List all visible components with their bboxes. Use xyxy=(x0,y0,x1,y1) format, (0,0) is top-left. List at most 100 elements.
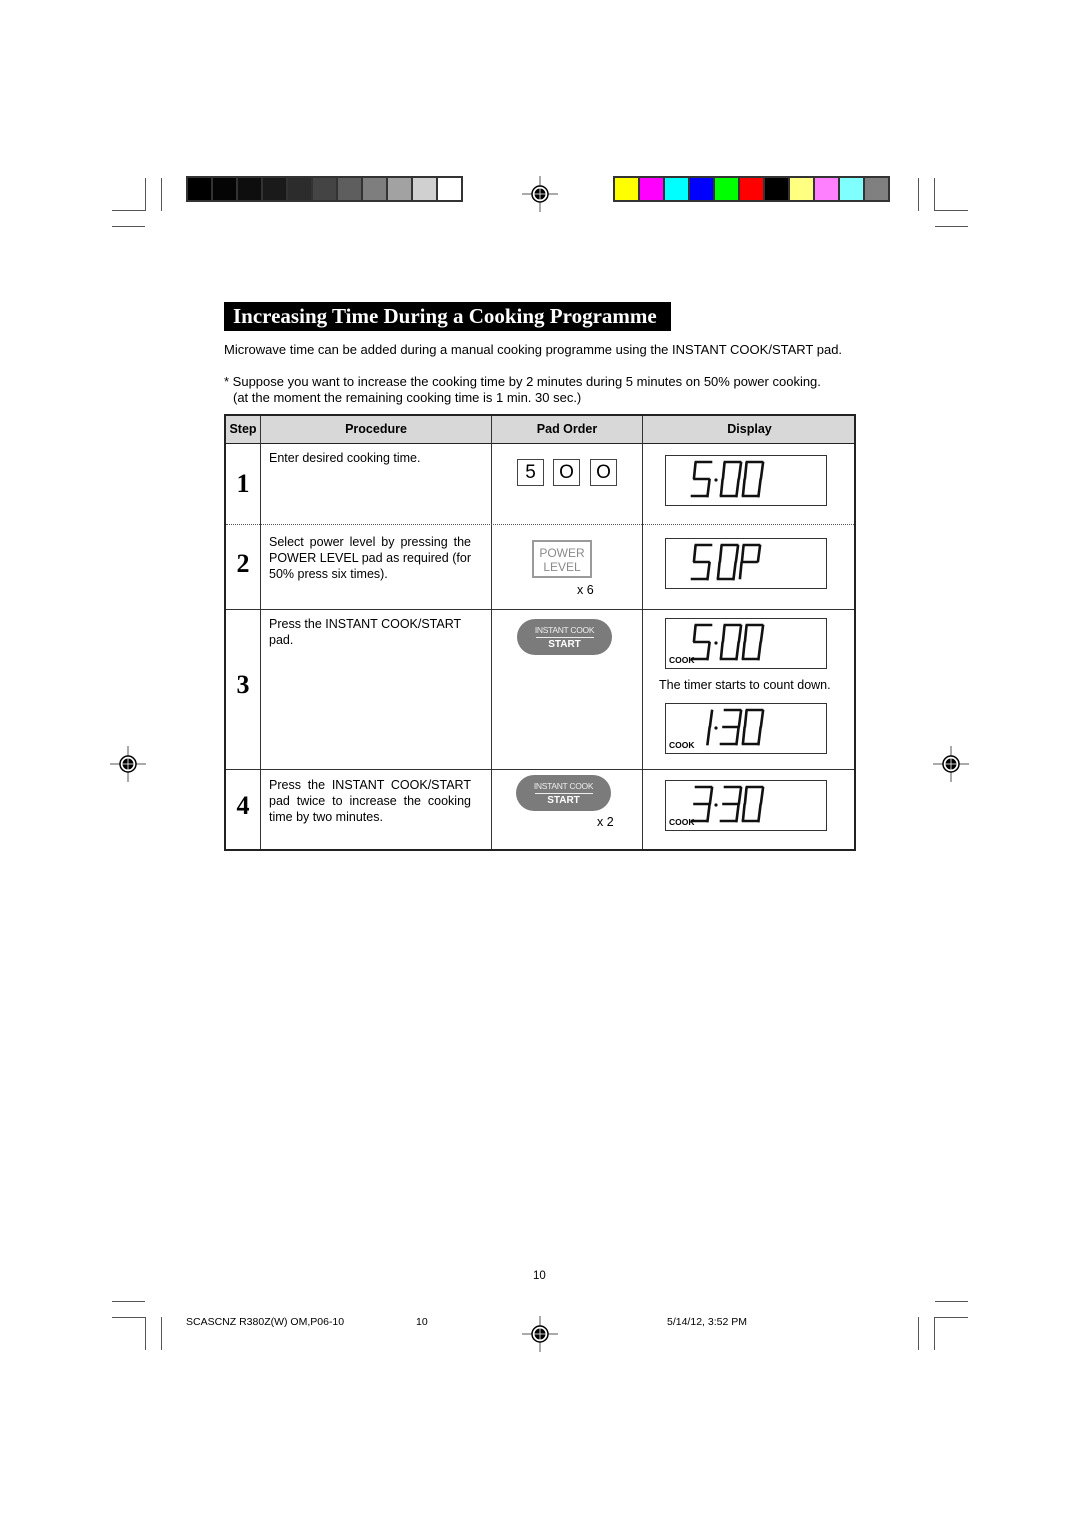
footer-file-name: SCASCNZ R380Z(W) OM,P06-10 xyxy=(186,1316,345,1328)
lcd-colon-dot xyxy=(714,641,718,645)
step-number: 2 xyxy=(236,549,250,578)
lcd-segment xyxy=(721,461,726,480)
lcd-segment xyxy=(732,561,737,581)
lcd-segment xyxy=(706,803,711,823)
registration-mark-icon xyxy=(110,746,146,782)
lcd-colon-dot xyxy=(714,726,718,730)
lcd-segment xyxy=(743,461,748,480)
step-number: 1 xyxy=(236,469,250,498)
lcd-segment xyxy=(756,544,762,563)
lcd-display xyxy=(665,538,827,589)
color-swatch xyxy=(765,178,788,200)
example-text: * Suppose you want to increase the cooki… xyxy=(224,374,821,389)
lcd-segment xyxy=(737,624,743,643)
lcd-segment xyxy=(706,641,711,661)
color-swatch xyxy=(338,178,361,200)
procedure-text: Select power level by pressing the POWER… xyxy=(269,535,471,581)
lcd-segment xyxy=(706,561,711,581)
lcd-segment xyxy=(735,641,740,661)
instant-cook-start-pad: INSTANT COOK START xyxy=(516,775,611,811)
color-swatch xyxy=(363,178,386,200)
lcd-segment xyxy=(716,561,721,580)
header-pad-order: Pad Order xyxy=(536,422,598,436)
lcd-segment xyxy=(734,544,740,563)
grayscale-color-bar xyxy=(186,176,463,202)
procedure-text: Press the INSTANT COOK/START pad. xyxy=(269,617,461,647)
cook-indicator: COOK xyxy=(669,740,695,750)
lcd-segment xyxy=(741,478,746,497)
page-number: 10 xyxy=(533,1270,546,1282)
lcd-segment xyxy=(708,786,714,805)
lcd-segment xyxy=(706,478,711,498)
color-swatch xyxy=(288,178,311,200)
process-color-bar xyxy=(613,176,890,202)
number-pad-5: 5 xyxy=(517,459,544,486)
lcd-segment xyxy=(743,786,748,805)
lcd-segment xyxy=(735,803,740,823)
lcd-segment xyxy=(759,461,765,480)
lcd-segment xyxy=(692,461,697,480)
color-swatch xyxy=(263,178,286,200)
pad-label: INSTANT COOK xyxy=(533,781,594,791)
header-display: Display xyxy=(727,422,772,436)
pad-label: LEVEL xyxy=(543,560,581,574)
instant-cook-start-pad: INSTANT COOK START xyxy=(517,619,612,655)
header-procedure: Procedure xyxy=(345,422,407,436)
lcd-segment xyxy=(740,544,745,563)
color-swatch xyxy=(238,178,261,200)
lcd-segment xyxy=(757,803,762,823)
section-title: Increasing Time During a Cooking Program… xyxy=(224,302,671,331)
instruction-table: Step Procedure Pad Order Display 1 Enter… xyxy=(224,414,856,851)
color-swatch xyxy=(213,178,236,200)
cook-indicator: COOK xyxy=(669,655,695,665)
registration-mark-icon xyxy=(522,176,558,212)
color-swatch xyxy=(865,178,888,200)
header-step: Step xyxy=(229,422,257,436)
footer-timestamp: 5/14/12, 3:52 PM xyxy=(667,1316,747,1328)
pad-label: START xyxy=(548,639,581,650)
lcd-display: COOK xyxy=(665,618,827,669)
step-number: 4 xyxy=(236,791,250,820)
lcd-colon-dot xyxy=(714,803,718,807)
registration-mark-icon xyxy=(522,1316,558,1352)
lcd-digits xyxy=(690,543,762,581)
lcd-segment xyxy=(759,786,765,805)
lcd-digits xyxy=(690,460,765,498)
pad-label: START xyxy=(547,795,580,806)
lcd-display: COOK xyxy=(665,780,827,831)
pad-label: POWER xyxy=(539,546,585,560)
lcd-segment xyxy=(706,726,711,746)
color-swatch xyxy=(188,178,211,200)
lcd-segment xyxy=(757,641,762,661)
lcd-digits xyxy=(706,708,765,746)
intro-text: Microwave time can be added during a man… xyxy=(224,342,843,357)
lcd-segment xyxy=(719,641,724,660)
example-note: (at the moment the remaining cooking tim… xyxy=(233,390,582,405)
color-swatch xyxy=(715,178,738,200)
press-count: x 6 xyxy=(577,583,594,597)
registration-mark-icon xyxy=(933,746,969,782)
color-swatch xyxy=(413,178,436,200)
table-header: Step Procedure Pad Order Display xyxy=(226,416,854,444)
lcd-colon-dot xyxy=(714,478,718,482)
lcd-segment xyxy=(757,478,762,498)
footer-page: 10 xyxy=(416,1316,428,1328)
lcd-segment xyxy=(737,709,743,728)
lcd-segment xyxy=(692,544,697,563)
color-swatch xyxy=(640,178,663,200)
color-swatch xyxy=(815,178,838,200)
number-pad-0: O xyxy=(590,459,617,486)
power-level-pad: POWER LEVEL xyxy=(532,540,592,578)
procedure-text: Press the INSTANT COOK/START pad twice t… xyxy=(269,778,471,824)
color-swatch xyxy=(740,178,763,200)
lcd-segment xyxy=(741,726,746,745)
lcd-segment xyxy=(743,709,748,728)
color-swatch xyxy=(665,178,688,200)
lcd-display xyxy=(665,455,827,506)
lcd-segment xyxy=(721,624,726,643)
lcd-segment xyxy=(743,624,748,643)
lcd-segment xyxy=(741,803,746,822)
color-swatch xyxy=(313,178,336,200)
lcd-digits xyxy=(690,623,765,661)
lcd-digits xyxy=(690,785,765,823)
